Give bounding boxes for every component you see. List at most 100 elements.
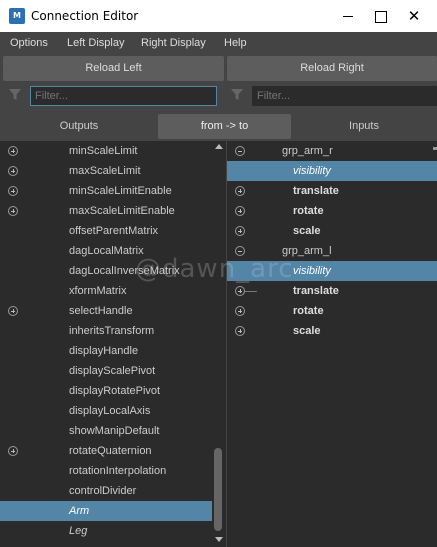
left-list-item-label: Arm	[69, 505, 90, 517]
right-list-item[interactable]: grp_arm_r	[227, 141, 437, 161]
right-list-item[interactable]: translate	[227, 181, 437, 201]
left-filter-input[interactable]	[30, 86, 217, 106]
left-list-item[interactable]: xformMatrix	[0, 281, 212, 301]
window-title: Connection Editor	[31, 9, 139, 23]
right-attribute-list[interactable]: grp_arm_r visibility translate rotate scale g…	[227, 141, 437, 547]
right-list-item-label: translate	[293, 185, 339, 197]
filter-icon[interactable]	[9, 89, 21, 101]
right-list-item-label: grp_arm_r	[282, 145, 333, 157]
left-list-item-label: displayScalePivot	[69, 365, 156, 377]
menu-right-display[interactable]: Right Display	[141, 37, 206, 49]
left-list-item[interactable]: rotationInterpolation	[0, 461, 212, 481]
left-list-item[interactable]: dagLocalMatrix	[0, 241, 212, 261]
right-list-item[interactable]: visibility	[227, 161, 437, 181]
tab-inputs[interactable]: Inputs	[291, 114, 437, 139]
expand-plus-icon[interactable]	[235, 186, 245, 196]
left-list-item-label: minScaleLimitEnable	[69, 185, 172, 197]
expand-plus-icon[interactable]	[235, 226, 245, 236]
right-list-item-label: translate	[293, 285, 339, 297]
left-list-item[interactable]: displayLocalAxis	[0, 401, 212, 421]
left-list-item-label: rotationInterpolation	[69, 465, 167, 477]
left-scrollbar[interactable]	[212, 141, 226, 547]
menu-bar: Options Left Display Right Display Help	[0, 32, 437, 54]
right-list-item-label: visibility	[293, 165, 331, 177]
tab-outputs[interactable]: Outputs	[0, 114, 158, 139]
reload-left-button[interactable]: Reload Left	[3, 56, 224, 81]
left-list-item[interactable]: dagLocalInverseMatrix	[0, 261, 212, 281]
menu-left-display[interactable]: Left Display	[67, 37, 124, 49]
left-list-item-label: inheritsTransform	[69, 325, 155, 337]
scroll-up-arrow-icon[interactable]	[215, 144, 223, 149]
left-list-item-label: dagLocalInverseMatrix	[69, 265, 180, 277]
left-list-item[interactable]: minScaleLimitEnable	[0, 181, 212, 201]
scroll-thumb[interactable]	[214, 448, 222, 531]
left-list-item[interactable]: minScaleLimit	[0, 141, 212, 161]
left-list-item[interactable]: displayRotatePivot	[0, 381, 212, 401]
left-list-item-label: maxScaleLimit	[69, 165, 141, 177]
scroll-down-arrow-icon[interactable]	[215, 537, 223, 542]
menu-options[interactable]: Options	[10, 37, 48, 49]
expand-plus-icon[interactable]	[8, 146, 18, 156]
left-list-item[interactable]: inheritsTransform	[0, 321, 212, 341]
left-list-item[interactable]: showManipDefault	[0, 421, 212, 441]
left-list-item[interactable]: displayHandle	[0, 341, 212, 361]
right-list-item[interactable]: visibility	[227, 261, 437, 281]
expand-plus-icon[interactable]	[8, 206, 18, 216]
maya-app-icon: M	[9, 8, 25, 24]
left-list-item-label: Leg	[69, 525, 88, 537]
right-list-item[interactable]: scale	[227, 321, 437, 341]
title-bar[interactable]: M Connection Editor ✕	[0, 0, 437, 32]
left-list-item[interactable]: offsetParentMatrix	[0, 221, 212, 241]
expand-plus-icon[interactable]	[8, 166, 18, 176]
menu-help[interactable]: Help	[224, 37, 247, 49]
left-list-item[interactable]: selectHandle	[0, 301, 212, 321]
right-list-item-label: visibility	[293, 265, 331, 277]
right-list-item[interactable]: scale	[227, 221, 437, 241]
right-list-item[interactable]: rotate	[227, 201, 437, 221]
expand-plus-icon[interactable]	[235, 206, 245, 216]
left-list-item-label: showManipDefault	[69, 425, 160, 437]
left-list-item-label: xformMatrix	[69, 285, 127, 297]
reload-right-button[interactable]: Reload Right	[227, 56, 437, 81]
left-list-item-label: displayHandle	[69, 345, 139, 357]
filter-icon[interactable]	[231, 89, 243, 101]
left-attribute-list[interactable]: minScaleLimit maxScaleLimit minScaleLimitE…	[0, 141, 212, 547]
left-list-item-label: displayLocalAxis	[69, 405, 151, 417]
left-list-item[interactable]: maxScaleLimitEnable	[0, 201, 212, 221]
right-list-item-label: grp_arm_l	[282, 245, 332, 257]
expand-plus-icon[interactable]	[235, 326, 245, 336]
right-filter-input[interactable]	[252, 86, 437, 106]
left-list-item[interactable]: Leg	[0, 521, 212, 541]
collapse-minus-icon[interactable]	[235, 146, 245, 156]
close-button[interactable]: ✕	[391, 0, 437, 32]
right-list-item-label: scale	[293, 325, 321, 337]
left-list-item-label: minScaleLimit	[69, 145, 138, 157]
right-scroll-indicator	[433, 147, 437, 150]
expand-plus-icon[interactable]	[8, 446, 18, 456]
collapse-minus-icon[interactable]	[235, 246, 245, 256]
left-list-item-label: controlDivider	[69, 485, 137, 497]
left-list-item-label: rotateQuaternion	[69, 445, 152, 457]
right-list-item-label: rotate	[293, 205, 324, 217]
expand-plus-icon[interactable]	[235, 286, 245, 296]
left-list-item-label: displayRotatePivot	[69, 385, 161, 397]
left-list-item[interactable]: maxScaleLimit	[0, 161, 212, 181]
left-list-item-label: offsetParentMatrix	[69, 225, 159, 237]
expand-plus-icon[interactable]	[8, 306, 18, 316]
left-list-item[interactable]: controlDivider	[0, 481, 212, 501]
right-list-item-label: scale	[293, 225, 321, 237]
left-list-item[interactable]: Arm	[0, 501, 212, 521]
right-list-item[interactable]: grp_arm_l	[227, 241, 437, 261]
left-list-item-label: dagLocalMatrix	[69, 245, 144, 257]
expand-plus-icon[interactable]	[8, 186, 18, 196]
left-list-item[interactable]: displayScalePivot	[0, 361, 212, 381]
left-list-item[interactable]: rotateQuaternion	[0, 441, 212, 461]
right-list-item[interactable]: rotate	[227, 301, 437, 321]
right-list-item-label: rotate	[293, 305, 324, 317]
connection-line	[245, 291, 257, 292]
left-list-item-label: selectHandle	[69, 305, 133, 317]
left-list-item-label: maxScaleLimitEnable	[69, 205, 175, 217]
tab-from-to[interactable]: from -> to	[158, 114, 291, 139]
right-list-item[interactable]: translate	[227, 281, 437, 301]
expand-plus-icon[interactable]	[235, 306, 245, 316]
